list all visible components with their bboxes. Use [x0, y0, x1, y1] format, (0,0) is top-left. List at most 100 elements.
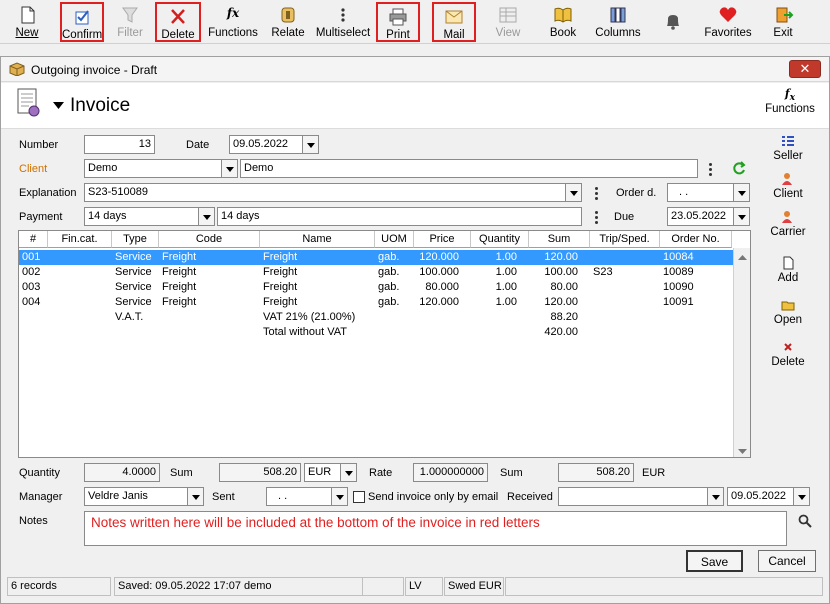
- chevron-down-icon[interactable]: [302, 136, 318, 153]
- explanation-field[interactable]: S23-510089: [84, 183, 582, 202]
- favorites-button[interactable]: Favorites: [700, 2, 756, 42]
- column-header[interactable]: Type: [112, 231, 159, 248]
- client-code-field[interactable]: Demo: [84, 159, 238, 178]
- chevron-down-icon[interactable]: [733, 184, 749, 201]
- table-cell-no: 003: [22, 281, 41, 293]
- table-cell-order: 10091: [663, 296, 694, 308]
- column-header[interactable]: Price: [414, 231, 471, 248]
- column-header[interactable]: Trip/Sped.: [590, 231, 660, 248]
- received-select[interactable]: [558, 487, 724, 506]
- functions-label: Functions: [765, 103, 815, 116]
- table-row[interactable]: Total without VAT 420.00: [19, 325, 733, 340]
- print-button[interactable]: Print: [376, 2, 420, 42]
- scroll-up-icon[interactable]: [738, 252, 747, 264]
- chevron-down-icon[interactable]: [331, 488, 347, 505]
- filter-button[interactable]: Filter: [112, 2, 148, 42]
- table-cell-code: Freight: [162, 251, 197, 263]
- view-button[interactable]: View: [490, 2, 526, 42]
- cancel-button[interactable]: Cancel: [758, 550, 816, 572]
- table-row[interactable]: 001 Service Freight Freight gab. 120.000 1.00 1…: [19, 250, 733, 265]
- chevron-down-icon[interactable]: [793, 488, 809, 505]
- column-header[interactable]: #: [19, 231, 48, 248]
- open-line-button[interactable]: Open: [758, 298, 818, 326]
- column-header[interactable]: Quantity: [471, 231, 529, 248]
- scroll-down-icon[interactable]: [738, 446, 747, 458]
- chevron-down-icon[interactable]: [340, 464, 356, 481]
- columns-button[interactable]: Columns: [594, 2, 642, 42]
- sent-date-field[interactable]: . .: [266, 487, 348, 506]
- due-date-field[interactable]: 23.05.2022: [667, 207, 750, 226]
- client-label[interactable]: Client: [19, 163, 47, 175]
- view-grid-icon: [497, 6, 519, 24]
- column-header[interactable]: UOM: [375, 231, 414, 248]
- payment-code-field[interactable]: 14 days: [84, 207, 215, 226]
- table-row[interactable]: 003 Service Freight Freight gab. 80.000 1.00 80…: [19, 280, 733, 295]
- title-dropdown-arrow-icon[interactable]: [53, 101, 65, 113]
- currency-select[interactable]: EUR: [304, 463, 357, 482]
- window-close-button[interactable]: ✕: [789, 60, 821, 78]
- manager-select[interactable]: Veldre Janis: [84, 487, 204, 506]
- chevron-down-icon[interactable]: [187, 488, 203, 505]
- notes-field[interactable]: Notes written here will be included at t…: [84, 511, 787, 546]
- invoice-lines-grid: # Fin.cat. Type Code Name UOM Price Quantity Sum…: [18, 230, 751, 458]
- number-field[interactable]: 13: [84, 135, 155, 154]
- mail-only-checkbox[interactable]: [353, 491, 365, 503]
- column-header[interactable]: Fin.cat.: [48, 231, 112, 248]
- grid-vertical-scrollbar[interactable]: [733, 248, 750, 457]
- refresh-icon[interactable]: [732, 161, 746, 178]
- column-header[interactable]: Code: [159, 231, 260, 248]
- column-header[interactable]: Order No.: [660, 231, 732, 248]
- explanation-more-icon[interactable]: [595, 187, 598, 200]
- sum-base-field: 508.20: [558, 463, 634, 482]
- exit-button[interactable]: Exit: [766, 2, 800, 42]
- table-cell-sum: 120.00: [544, 296, 578, 308]
- package-icon: [9, 62, 25, 79]
- delete-button[interactable]: Delete: [155, 2, 201, 42]
- date-field[interactable]: 09.05.2022: [229, 135, 319, 154]
- add-line-button[interactable]: Add: [758, 256, 818, 284]
- bell-icon: [662, 12, 684, 30]
- chevron-down-icon[interactable]: [565, 184, 581, 201]
- payment-name-field[interactable]: 14 days: [217, 207, 582, 226]
- side-client-button[interactable]: Client: [758, 172, 818, 200]
- table-cell-qty: 1.00: [495, 251, 517, 263]
- save-button[interactable]: Save: [686, 550, 743, 572]
- mail-button[interactable]: Mail: [432, 2, 476, 42]
- table-cell-name: Total without VAT: [263, 326, 347, 338]
- client-name-field[interactable]: Demo: [240, 159, 698, 178]
- payment-more-icon[interactable]: [595, 211, 598, 224]
- chevron-down-icon[interactable]: [198, 208, 214, 225]
- confirm-button[interactable]: Confirm: [60, 2, 104, 42]
- header-functions-button[interactable]: fx Functions: [763, 87, 817, 115]
- client-more-icon[interactable]: [709, 163, 712, 176]
- chevron-down-icon[interactable]: [221, 160, 237, 177]
- received-date-field[interactable]: 09.05.2022: [727, 487, 810, 506]
- chevron-down-icon[interactable]: [733, 208, 749, 225]
- table-cell-code: Freight: [162, 281, 197, 293]
- order-date-field[interactable]: . .: [667, 183, 750, 202]
- column-header[interactable]: Name: [260, 231, 375, 248]
- search-icon[interactable]: [798, 514, 812, 531]
- delete-line-button[interactable]: Delete: [758, 340, 818, 368]
- payment-code-value: 14 days: [88, 210, 127, 222]
- status-bar: 6 records Saved: 09.05.2022 17:07 demo L…: [7, 577, 823, 596]
- table-row[interactable]: 004 Service Freight Freight gab. 120.000 1.00 1…: [19, 295, 733, 310]
- multiselect-button[interactable]: Multiselect: [315, 2, 371, 42]
- seller-button[interactable]: Seller: [758, 134, 818, 162]
- new-button[interactable]: New: [6, 2, 48, 42]
- chevron-down-icon[interactable]: [707, 488, 723, 505]
- functions-button[interactable]: fx Functions: [208, 2, 258, 42]
- column-header[interactable]: Sum: [529, 231, 590, 248]
- relate-button[interactable]: Relate: [268, 2, 308, 42]
- explanation-value: S23-510089: [88, 186, 148, 198]
- book-button[interactable]: Book: [545, 2, 581, 42]
- client-code-value: Demo: [88, 162, 118, 174]
- notifications-button[interactable]: [660, 2, 686, 42]
- due-date-value: 23.05.2022: [671, 210, 727, 222]
- date-value: 09.05.2022: [233, 138, 289, 150]
- carrier-button[interactable]: Carrier: [758, 210, 818, 238]
- table-row[interactable]: V.A.T. VAT 21% (21.00%) 88.20: [19, 310, 733, 325]
- table-row[interactable]: 002 Service Freight Freight gab. 100.000 1.00 1…: [19, 265, 733, 280]
- table-cell-sum: 120.00: [544, 251, 578, 263]
- number-label: Number: [19, 139, 59, 151]
